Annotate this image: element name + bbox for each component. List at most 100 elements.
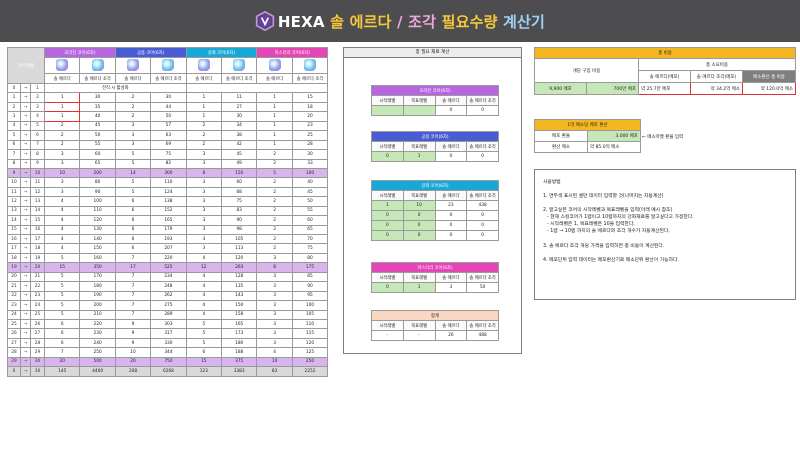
- to-level: 11: [29, 177, 46, 188]
- total-cost-title: 총 비용: [533, 47, 797, 59]
- origin-sol-erda: 3: [44, 186, 81, 198]
- origin-sol-erda: 20: [44, 356, 81, 368]
- level-header: 코어레벨: [6, 47, 46, 84]
- enhance-start-level-input[interactable]: 0: [371, 220, 404, 231]
- from-level: 26: [7, 328, 21, 339]
- common-sol-erda: 6: [114, 233, 152, 245]
- level-row: 8 → 9 3 65 5 82 3 49 2 33: [7, 158, 329, 169]
- enhance-sol-erda: 5: [185, 337, 223, 349]
- enhance-sol-erda-piece: 83: [220, 205, 258, 217]
- from-level: 0: [7, 82, 21, 94]
- mastery-sol-erda: 3: [256, 337, 293, 349]
- enhance-sol-erda: 3: [185, 177, 223, 188]
- origin-sol-erda: 5: [44, 290, 81, 302]
- common-sol-erda: 6: [114, 224, 152, 236]
- from-level: 19: [7, 262, 21, 273]
- arrow-icon: →: [20, 300, 31, 311]
- mastery-sol-erda: 2: [256, 224, 293, 236]
- origin-sol-erda-piece: 130: [79, 224, 116, 236]
- enhance-target-level-input[interactable]: 0: [402, 210, 436, 221]
- from-level: 13: [7, 205, 21, 217]
- sol-erda-piece-icon: [79, 57, 116, 74]
- enhance-sol-erda-piece: 45: [220, 149, 258, 160]
- enhance-sol-erda-piece: 150: [220, 167, 258, 179]
- mastery-sol-erda: 4: [256, 347, 293, 358]
- level-row: 7 → 8 3 60 5 75 3 45 2 30: [7, 149, 329, 160]
- col-sol-erda-piece: 솔 에르다 조각: [79, 73, 116, 84]
- common-sol-erda: 7: [114, 281, 152, 292]
- start-level-header: 시작레벨: [371, 320, 404, 331]
- origin-sol-erda: 2: [44, 120, 81, 132]
- enhance-sol-erda: 3: [185, 224, 223, 236]
- sol-erda-piece-unit-price-input[interactable]: 700만 메포: [586, 82, 639, 95]
- enhance-sol-erda-piece: 68: [220, 186, 258, 198]
- mastery-start-level-input[interactable]: 0: [371, 282, 404, 293]
- origin-sol-erda: 6: [44, 328, 81, 339]
- from-level: 12: [7, 196, 21, 207]
- origin-target-level-input[interactable]: [402, 105, 436, 116]
- origin-sol-erda-piece: 30: [79, 92, 116, 103]
- enhance-sol-erda: 12: [185, 262, 223, 273]
- common-sol-erda-piece: 525: [150, 262, 187, 273]
- sol-erda-total-cost: 약 25.7만 메포: [638, 82, 691, 95]
- title-banner: HEXA 솔 에르다 / 조각 필요수량 계산기: [0, 0, 800, 42]
- empty-cells: [185, 82, 329, 94]
- arrow-icon: →: [20, 215, 31, 226]
- origin-sol-erda: 1: [44, 92, 81, 103]
- sol-erda-piece-header: 솔 에르다 조각: [466, 141, 499, 152]
- origin-sol-erda-piece: 200: [79, 167, 116, 179]
- enhance-sol-erda: 1: [185, 111, 223, 122]
- origin-sol-erda-piece: 110: [79, 205, 116, 217]
- enhance-start-level-input[interactable]: 0: [371, 210, 404, 221]
- origin-sol-erda: 4: [44, 233, 81, 245]
- level-row: 26 → 27 6 230 9 317 5 173 3 115: [7, 328, 329, 339]
- enhance-target-level-input[interactable]: 10: [402, 200, 436, 211]
- level-row: 29 → 30 20 500 20 750 15 375 10 250: [7, 356, 329, 368]
- common-target-level-input[interactable]: 1: [402, 151, 436, 162]
- mastery-sol-erda-piece: 60: [291, 215, 329, 226]
- enhance-sol-erda: 3: [185, 215, 223, 226]
- enhance-sol-erda-piece: 11: [220, 92, 258, 103]
- common-sol-erda: 9: [114, 318, 152, 330]
- origin-sol-erda-result: 0: [434, 105, 468, 116]
- from-level: 15: [7, 224, 21, 236]
- origin-sol-erda-piece: 240: [79, 337, 116, 349]
- to-level: 21: [29, 271, 46, 283]
- enhance-sol-erda-result: 0: [434, 220, 468, 231]
- common-sol-erda-piece: 289: [150, 309, 187, 320]
- sol-erda-header: 솔 에르다: [434, 190, 468, 201]
- origin-sol-erda-piece: 80: [79, 177, 116, 188]
- enhance-sol-erda: 2: [185, 130, 223, 141]
- to-level: 8: [29, 149, 46, 160]
- common-sol-erda-piece-result: 0: [466, 151, 499, 162]
- arrow-icon: →: [20, 347, 31, 358]
- converted-meso-value: 약 85.0억 메소: [587, 141, 641, 153]
- enhance-sol-erda: 3: [185, 233, 223, 245]
- mastery-target-level-input[interactable]: 1: [402, 282, 436, 293]
- from-level: 24: [7, 309, 21, 320]
- origin-start-level-input[interactable]: [371, 105, 404, 116]
- enhance-sol-erda-piece: 60: [220, 177, 258, 188]
- origin-sol-erda-piece: 200: [79, 300, 116, 311]
- enhance-start-level-input[interactable]: 1: [371, 200, 404, 211]
- to-level: 18: [29, 243, 46, 254]
- enhance-target-level-input[interactable]: 0: [402, 230, 436, 241]
- enhance-start-level-input[interactable]: 0: [371, 230, 404, 241]
- mastery-sol-erda-piece: 50: [291, 196, 329, 207]
- mepo-rate-input[interactable]: 3,000 메포: [587, 130, 641, 142]
- from-level: 3: [7, 111, 21, 122]
- to-level: 1: [29, 82, 46, 94]
- sol-erda-unit-price-input[interactable]: 9,900 메포: [534, 82, 587, 95]
- from-level: 18: [7, 252, 21, 264]
- common-start-level-input[interactable]: 0: [371, 151, 404, 162]
- origin-sol-erda-piece-result: 0: [466, 105, 499, 116]
- common-sol-erda: 6: [114, 215, 152, 226]
- common-sol-erda-piece: 44: [150, 101, 187, 113]
- col-sol-erda-piece: 솔 에르다 조각: [220, 73, 258, 84]
- common-core-header: 공용 코어(6차): [114, 47, 187, 58]
- enhance-target-level-input[interactable]: 0: [402, 220, 436, 231]
- help-line: 3. 솔 에르다 조각 개당 가격을 입력하면 총 비용이 계산된다.: [543, 243, 665, 249]
- mastery-sol-erda-piece: 75: [291, 243, 329, 254]
- enhance-sol-erda-piece: 42: [220, 139, 258, 151]
- enhance-sol-erda-piece: 263: [220, 262, 258, 273]
